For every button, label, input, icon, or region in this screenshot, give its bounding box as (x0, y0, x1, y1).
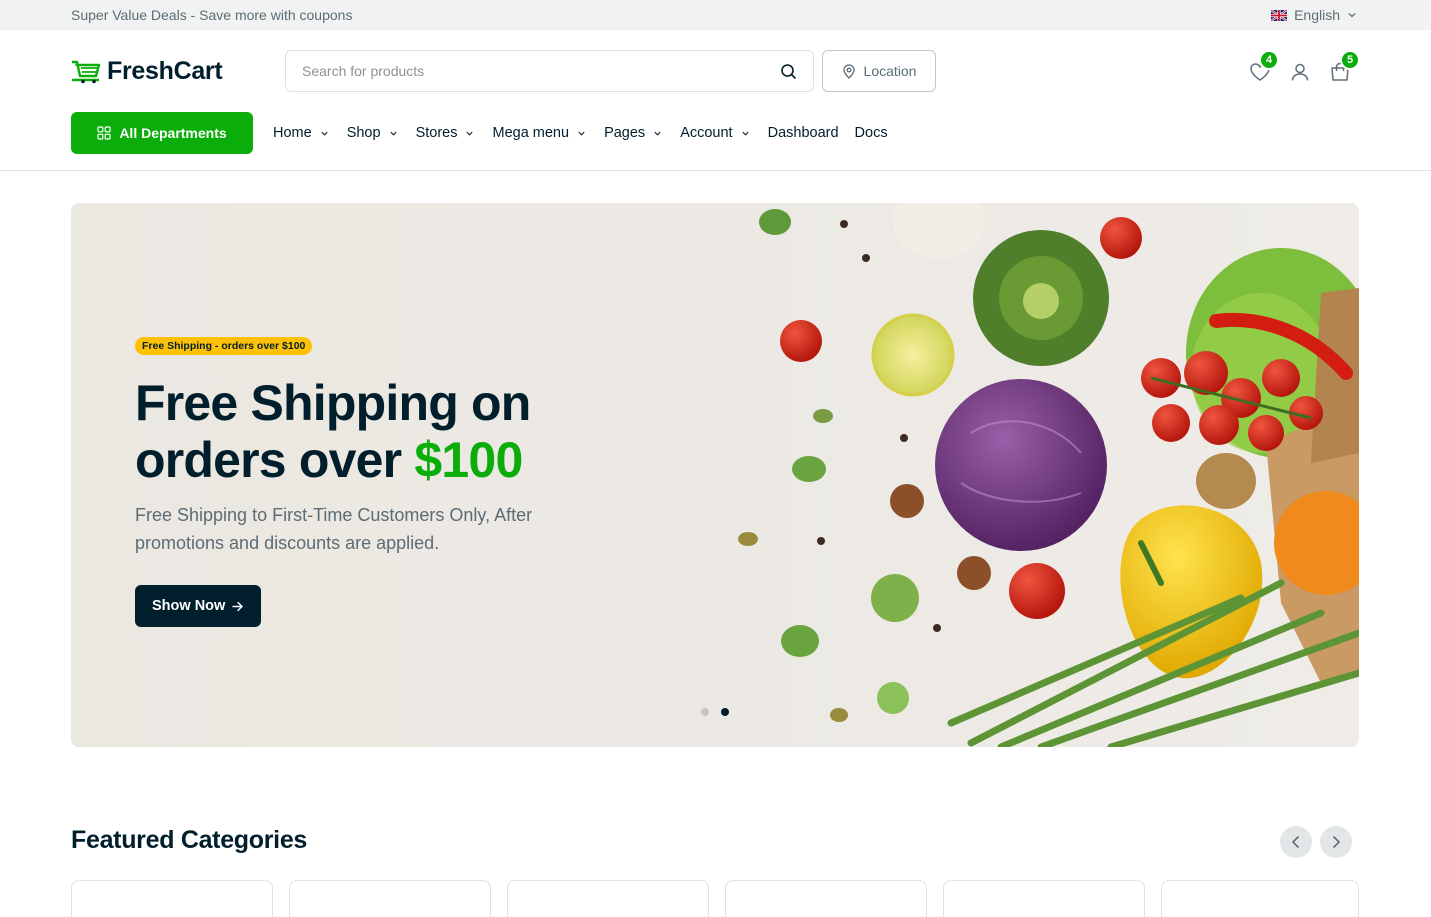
hero-title-highlight: $100 (414, 432, 523, 488)
hero-title-line2: orders over (135, 432, 415, 488)
grid-icon (97, 126, 111, 140)
header-divider (0, 170, 1431, 171)
section-title: Featured Categories (71, 826, 308, 854)
nav-item-pages[interactable]: Pages (604, 125, 662, 141)
nav-item-label: Docs (854, 125, 888, 141)
nav-item-label: Account (680, 125, 733, 141)
chevron-left-icon (1291, 836, 1299, 848)
chevron-right-icon (1333, 836, 1341, 848)
hero-description: Free Shipping to First-Time Customers On… (135, 505, 533, 553)
cart-count-badge: 5 (1340, 50, 1360, 70)
chevron-down-icon (578, 131, 585, 136)
search-icon[interactable] (780, 63, 797, 80)
carousel-dot[interactable] (701, 708, 709, 716)
wishlist-count-badge: 4 (1259, 50, 1279, 70)
hero-banner: Free Shipping - orders over $100 Free Sh… (71, 203, 1359, 747)
nav-item-label: Home (273, 125, 312, 141)
location-button[interactable]: Location (822, 50, 936, 92)
show-now-button[interactable]: Show Now (135, 585, 262, 627)
hero-title: Free Shipping on orders over $100 (135, 375, 655, 489)
category-card[interactable] (1161, 880, 1359, 917)
main-nav: Home Shop Stores Mega menu Pages Account… (273, 112, 906, 154)
arrow-right-icon (232, 601, 244, 611)
nav-item-docs[interactable]: Docs (855, 125, 888, 141)
all-departments-label: All Departments (119, 125, 227, 141)
produce-image (738, 203, 1359, 747)
account-button[interactable] (1289, 61, 1311, 83)
brand-name: FreshCart (107, 56, 223, 85)
language-selector[interactable]: English (1271, 7, 1357, 23)
chevron-down-icon (389, 131, 397, 136)
nav-item-dashboard[interactable]: Dashboard (768, 125, 839, 141)
category-card[interactable] (943, 880, 1145, 917)
nav-item-label: Dashboard (767, 125, 839, 141)
language-label: English (1294, 7, 1340, 23)
nav-item-label: Stores (415, 125, 458, 141)
top-bar: Super Value Deals - Save more with coupo… (0, 0, 1431, 30)
prev-category-button[interactable] (1280, 826, 1312, 858)
category-card[interactable] (71, 880, 273, 917)
chevron-down-icon (1348, 13, 1356, 18)
cart-button[interactable]: 5 (1329, 50, 1360, 84)
cart-logo-icon (72, 60, 101, 84)
nav-item-home[interactable]: Home (273, 125, 329, 141)
category-card[interactable] (289, 880, 491, 917)
category-card[interactable] (725, 880, 927, 917)
nav-item-account[interactable]: Account (680, 125, 749, 141)
brand-logo[interactable]: FreshCart (71, 56, 223, 86)
all-departments-button[interactable]: All Departments (71, 112, 253, 154)
search-bar (285, 50, 814, 92)
map-pin-icon (842, 63, 855, 79)
nav-item-label: Mega menu (492, 125, 570, 141)
user-icon (1291, 63, 1309, 81)
nav-item-mega-menu[interactable]: Mega menu (492, 125, 586, 141)
nav-item-stores[interactable]: Stores (416, 125, 475, 141)
wishlist-button[interactable]: 4 (1249, 50, 1279, 84)
carousel-dot-active[interactable] (721, 708, 729, 716)
nav-item-label: Pages (604, 125, 646, 141)
hero-badge: Free Shipping - orders over $100 (135, 337, 313, 355)
nav-item-shop[interactable]: Shop (347, 125, 398, 141)
next-category-button[interactable] (1320, 826, 1352, 858)
promo-text: Super Value Deals - Save more with coupo… (71, 7, 353, 23)
hero-content: Free Shipping - orders over $100 Free Sh… (135, 336, 655, 627)
hero-title-line1: Free Shipping on (135, 375, 531, 431)
uk-flag-icon (1271, 9, 1288, 21)
chevron-down-icon (742, 131, 749, 136)
show-now-label: Show Now (152, 598, 226, 614)
search-input[interactable] (302, 51, 762, 91)
nav-item-label: Shop (346, 125, 381, 141)
chevron-down-icon (654, 131, 661, 136)
chevron-down-icon (321, 131, 328, 136)
category-card[interactable] (507, 880, 709, 917)
location-label: Location (863, 63, 917, 79)
chevron-down-icon (466, 131, 474, 136)
carousel-indicators (701, 708, 729, 716)
